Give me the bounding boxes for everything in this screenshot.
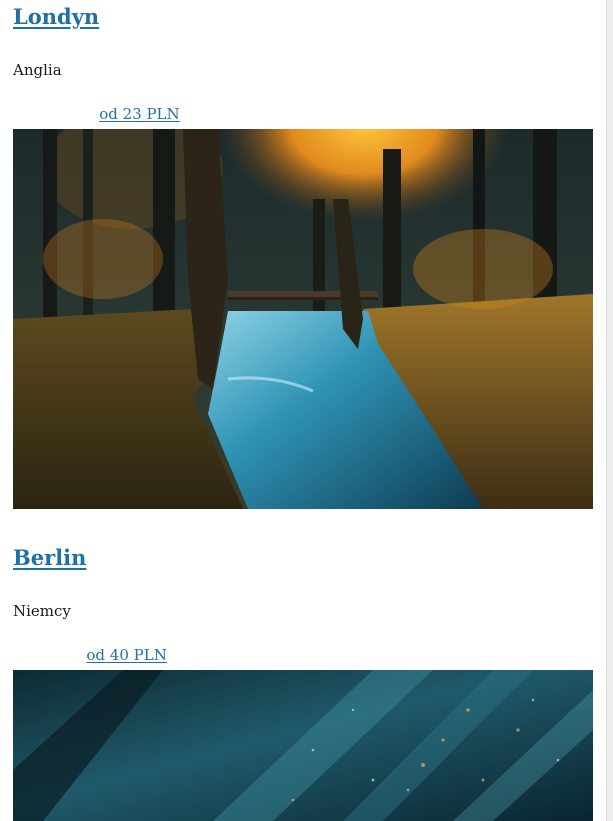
destination-card-londyn: Londyn Anglia od 23 PLN <box>13 0 593 509</box>
autumn-forest-river-image <box>13 129 593 509</box>
destination-price-link[interactable]: od 23 PLN <box>99 104 179 124</box>
destination-price-link[interactable]: od 40 PLN <box>86 645 166 665</box>
destination-title-link[interactable]: Londyn <box>13 0 99 30</box>
destination-title-link[interactable]: Berlin <box>13 541 86 571</box>
scrollbar[interactable] <box>606 0 613 821</box>
destination-photo[interactable] <box>13 670 593 821</box>
teal-glitter-image <box>13 670 593 821</box>
destination-country: Niemcy <box>13 602 71 620</box>
destination-country: Anglia <box>13 61 62 79</box>
destination-photo[interactable] <box>13 129 593 509</box>
destination-card-berlin: Berlin Niemcy od 40 PLN <box>13 541 593 821</box>
